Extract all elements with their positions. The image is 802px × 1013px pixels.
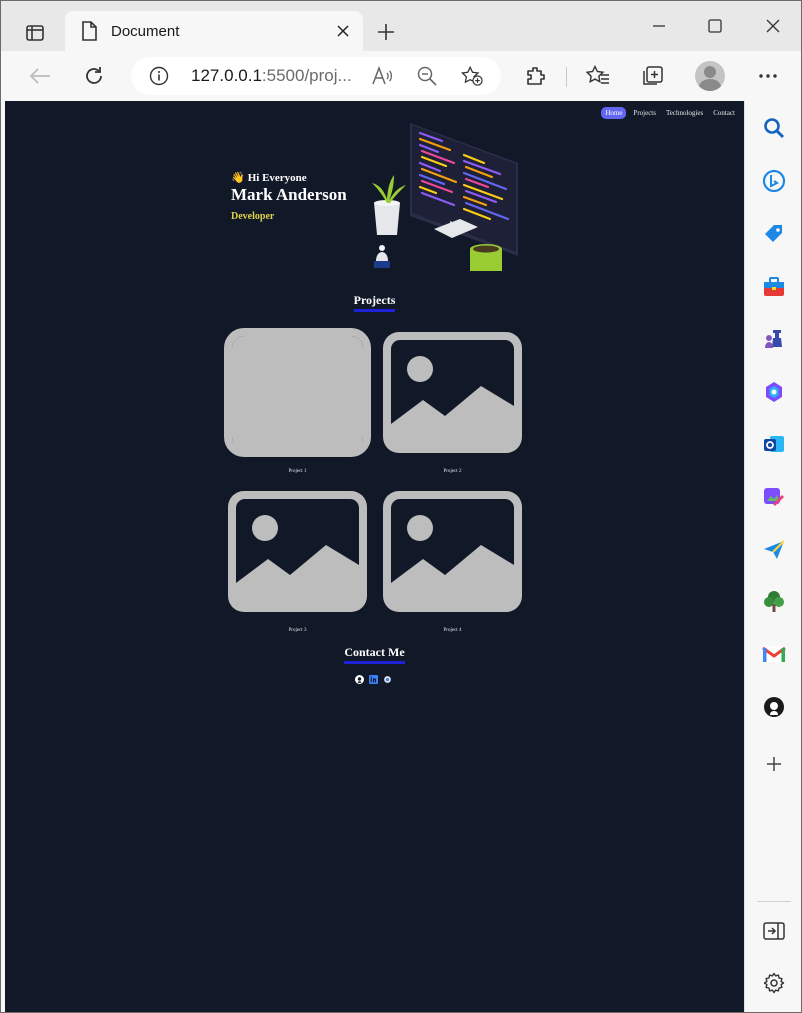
- extensions-icon[interactable]: [521, 61, 551, 91]
- image-placeholder-icon: [383, 332, 522, 453]
- new-tab-button[interactable]: [371, 17, 401, 47]
- web-page: Home Projects Technologies Contact 👋 Hi …: [5, 101, 744, 1012]
- project-caption: Project 4: [443, 628, 462, 633]
- site-nav: Home Projects Technologies Contact: [601, 107, 738, 119]
- project-card[interactable]: Project 2: [379, 328, 526, 474]
- browser-window: Document 127.0.0.1:5500/proj... Home Pro…: [0, 0, 802, 1013]
- projects-heading: Projects: [5, 293, 744, 312]
- tab-actions-icon[interactable]: [19, 17, 51, 49]
- send-icon[interactable]: [761, 537, 787, 563]
- greeting-text: Hi Everyone: [247, 171, 307, 184]
- profile-avatar[interactable]: [695, 61, 725, 91]
- designer-icon[interactable]: [761, 484, 787, 510]
- hero-role: Developer: [231, 211, 275, 222]
- hero-name: Mark Anderson: [231, 185, 347, 204]
- outlook-icon[interactable]: [761, 431, 787, 457]
- add-favorite-icon[interactable]: [461, 65, 483, 87]
- gmail-icon[interactable]: [761, 641, 787, 667]
- bing-chat-icon[interactable]: [761, 168, 787, 194]
- linkedin-icon[interactable]: [369, 675, 378, 684]
- sidebar-toggle-icon[interactable]: [761, 918, 787, 944]
- refresh-icon[interactable]: [79, 61, 109, 91]
- sidebar-divider: [757, 901, 791, 902]
- zoom-out-icon[interactable]: [416, 65, 438, 87]
- shopping-tag-icon[interactable]: [761, 221, 787, 247]
- tools-icon[interactable]: [761, 274, 787, 300]
- settings-icon[interactable]: [761, 970, 787, 996]
- nav-contact[interactable]: Contact: [710, 107, 738, 119]
- edge-sidebar: [744, 101, 801, 1012]
- tree-icon[interactable]: [761, 589, 787, 615]
- project-card[interactable]: Project 3: [224, 487, 371, 633]
- add-icon[interactable]: [761, 751, 787, 777]
- nav-technologies[interactable]: Technologies: [663, 107, 706, 119]
- read-aloud-icon[interactable]: [371, 65, 393, 87]
- developer-illustration: [372, 123, 518, 271]
- project-card[interactable]: Project 4: [379, 487, 526, 633]
- tab-title: Document: [111, 22, 180, 40]
- nav-projects[interactable]: Projects: [630, 107, 659, 119]
- minimize-button[interactable]: [639, 11, 679, 41]
- github-icon[interactable]: [761, 694, 787, 720]
- project-caption: Project 1: [288, 469, 307, 474]
- toolbar-divider: [566, 67, 567, 87]
- address-bar[interactable]: 127.0.0.1:5500/proj...: [131, 57, 501, 95]
- more-options-icon[interactable]: [753, 61, 783, 91]
- close-tab-icon[interactable]: [329, 17, 357, 45]
- maximize-button[interactable]: [695, 11, 735, 41]
- games-icon[interactable]: [761, 326, 787, 352]
- project-card[interactable]: Project 1: [224, 328, 371, 474]
- back-arrow-icon[interactable]: [25, 61, 55, 91]
- hero-text: 👋 Hi Everyone Mark Anderson Developer: [231, 171, 347, 223]
- image-placeholder-icon: [383, 491, 522, 612]
- github-icon[interactable]: [355, 675, 364, 684]
- image-placeholder-icon: [224, 328, 371, 457]
- favorites-icon[interactable]: [583, 61, 613, 91]
- social-links: [355, 675, 392, 684]
- browser-toolbar: 127.0.0.1:5500/proj...: [1, 51, 801, 101]
- nav-home[interactable]: Home: [601, 107, 627, 119]
- image-placeholder-icon: [228, 491, 367, 612]
- greeting: 👋 Hi Everyone: [231, 171, 347, 185]
- tab-bar: Document: [1, 1, 801, 51]
- close-window-button[interactable]: [753, 11, 793, 41]
- site-info-icon[interactable]: [149, 66, 169, 86]
- copilot-icon[interactable]: [761, 379, 787, 405]
- collections-icon[interactable]: [638, 61, 668, 91]
- project-caption: Project 2: [443, 469, 462, 474]
- document-icon: [79, 21, 99, 41]
- url-text: 127.0.0.1:5500/proj...: [191, 66, 352, 85]
- waving-hand-icon: 👋: [231, 172, 245, 184]
- chrome-icon[interactable]: [383, 675, 392, 684]
- project-caption: Project 3: [288, 628, 307, 633]
- search-icon[interactable]: [761, 115, 787, 141]
- tab-document[interactable]: Document: [65, 11, 363, 51]
- contact-heading: Contact Me: [5, 645, 744, 664]
